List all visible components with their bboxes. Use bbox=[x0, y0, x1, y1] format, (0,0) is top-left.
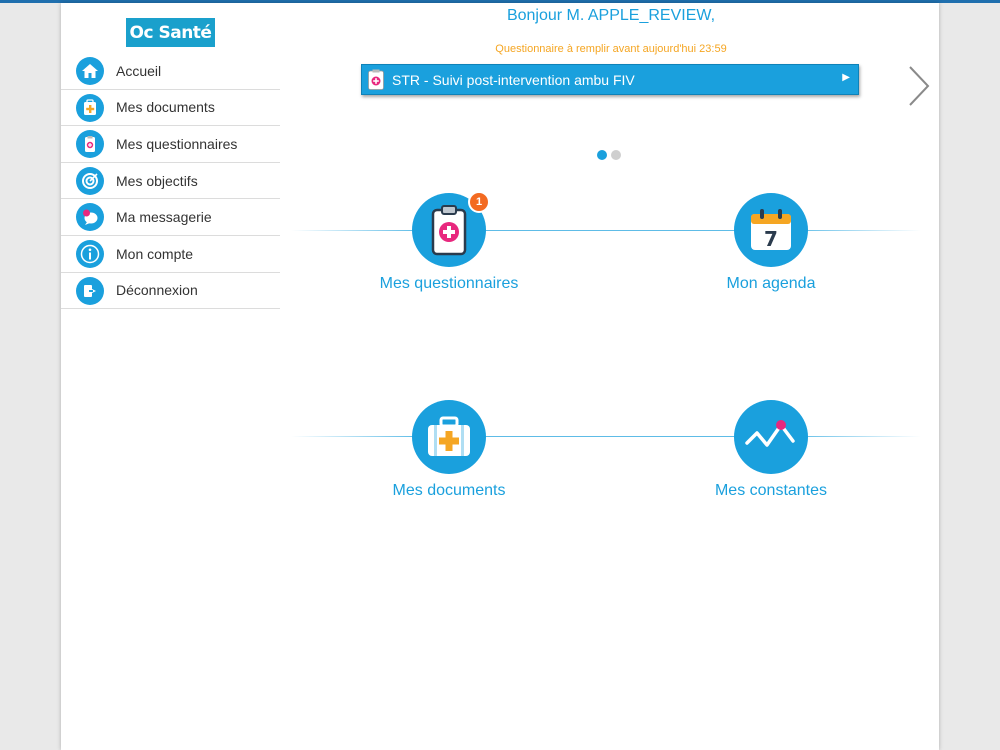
tile-mes-questionnaires[interactable]: 1 Mes questionnaires bbox=[339, 191, 559, 293]
carousel-pagination bbox=[597, 150, 621, 160]
tile-icon-circle bbox=[734, 400, 808, 474]
sidebar-item-label: Mes objectifs bbox=[116, 172, 198, 189]
chat-bubble-icon bbox=[76, 203, 104, 232]
tile-label: Mon agenda bbox=[726, 275, 816, 292]
sidebar-item-label: Ma messagerie bbox=[116, 209, 212, 226]
clipboard-icon bbox=[76, 130, 104, 159]
medical-kit-icon bbox=[428, 416, 470, 456]
tile-label: Mes questionnaires bbox=[379, 275, 519, 292]
due-date-text: Questionnaire à remplir avant aujourd'hu… bbox=[495, 43, 727, 55]
carousel-dot-1[interactable] bbox=[597, 150, 607, 160]
home-icon bbox=[76, 57, 104, 85]
tile-icon-circle: 1 bbox=[412, 191, 490, 267]
sidebar-item-label: Mon compte bbox=[116, 245, 194, 262]
clipboard-icon bbox=[368, 69, 384, 90]
sidebar-item-mon-compte[interactable]: Mon compte bbox=[61, 236, 280, 273]
app-logo: Oc Santé bbox=[126, 18, 215, 47]
sidebar-item-mes-questionnaires[interactable]: Mes questionnaires bbox=[61, 126, 280, 163]
clipboard-icon bbox=[431, 205, 467, 256]
sidebar-item-label: Mes documents bbox=[116, 99, 215, 116]
sidebar-item-label: Accueil bbox=[116, 62, 162, 79]
tile-label: Mes constantes bbox=[714, 482, 828, 499]
sidebar-item-mes-objectifs[interactable]: Mes objectifs bbox=[61, 163, 280, 200]
logout-icon bbox=[76, 276, 104, 305]
sidebar-item-label: Mes questionnaires bbox=[116, 135, 238, 152]
tile-icon-circle bbox=[412, 400, 486, 474]
vitals-chart-icon bbox=[745, 420, 795, 447]
calendar-day: 7 bbox=[764, 227, 778, 251]
carousel-dot-2[interactable] bbox=[611, 150, 621, 160]
sidebar-nav: Accueil Mes documents Mes questionnaires… bbox=[61, 53, 280, 310]
pending-questionnaire-button[interactable]: STR - Suivi post-intervention ambu FIV ▶ bbox=[361, 64, 859, 95]
sidebar-item-accueil[interactable]: Accueil bbox=[61, 53, 280, 90]
play-arrow-icon: ▶ bbox=[842, 72, 850, 83]
calendar-icon: 7 bbox=[751, 209, 791, 251]
main-page: Oc Santé Accueil Mes documents Mes quest… bbox=[61, 3, 939, 750]
sidebar-item-mes-documents[interactable]: Mes documents bbox=[61, 90, 280, 127]
tile-mes-constantes[interactable]: Mes constantes bbox=[661, 400, 881, 500]
tile-mes-documents[interactable]: Mes documents bbox=[339, 400, 559, 500]
sidebar-item-deconnexion[interactable]: Déconnexion bbox=[61, 273, 280, 310]
info-icon bbox=[76, 239, 104, 268]
greeting-text: Bonjour M. APPLE_REVIEW, bbox=[506, 7, 716, 24]
questionnaire-title: STR - Suivi post-intervention ambu FIV bbox=[392, 71, 635, 88]
target-icon bbox=[76, 166, 104, 195]
tile-icon-circle: 7 bbox=[734, 193, 808, 267]
tile-mon-agenda[interactable]: 7 Mon agenda bbox=[661, 193, 881, 293]
sidebar-item-ma-messagerie[interactable]: Ma messagerie bbox=[61, 199, 280, 236]
notification-badge: 1 bbox=[468, 191, 490, 213]
chevron-right-icon[interactable] bbox=[904, 63, 934, 109]
tile-label: Mes documents bbox=[392, 482, 506, 499]
sidebar-item-label: Déconnexion bbox=[116, 282, 198, 299]
medical-kit-icon bbox=[76, 93, 104, 122]
